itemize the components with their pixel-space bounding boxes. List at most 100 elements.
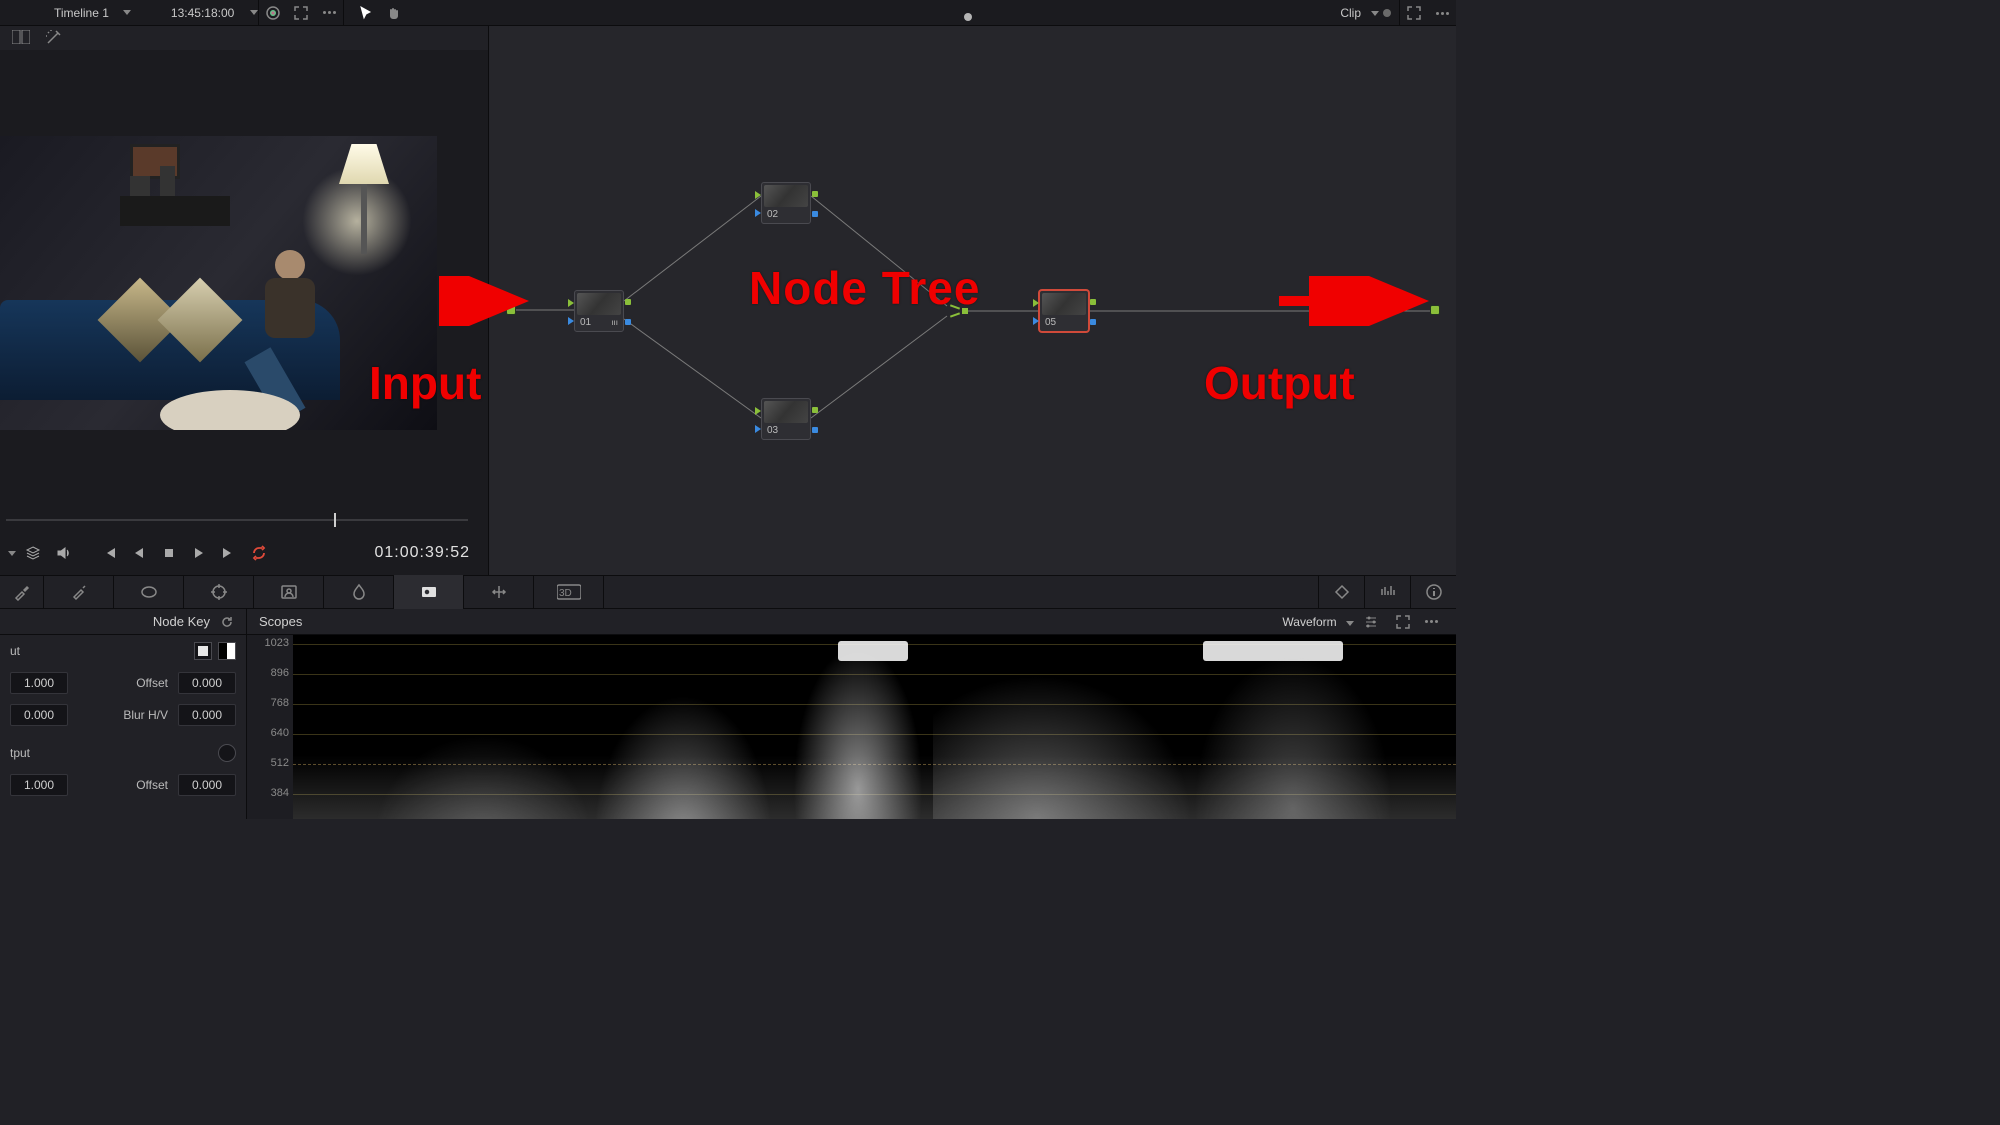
node-graph-panel[interactable]: 01 ııı 02 03 05 Node Tree Input Output xyxy=(488,26,1456,575)
color-node-05[interactable]: 05 xyxy=(1039,290,1089,332)
expand-viewer-button[interactable] xyxy=(287,0,315,26)
node-output-rgb[interactable] xyxy=(625,299,631,305)
play-button[interactable] xyxy=(184,531,214,575)
tracking-button[interactable] xyxy=(184,575,254,609)
expand-nodegraph-button[interactable] xyxy=(1400,0,1428,26)
node-output-rgb[interactable] xyxy=(812,407,818,413)
scopes-panel: Scopes Waveform 1023 896 768 640 512 384 xyxy=(247,609,1456,819)
color-node-02[interactable]: 02 xyxy=(761,182,811,224)
scope-expand-button[interactable] xyxy=(1388,609,1418,635)
node-input-rgb[interactable] xyxy=(1033,299,1039,307)
nodegraph-options-button[interactable] xyxy=(1428,0,1456,26)
reverse-play-button[interactable] xyxy=(124,531,154,575)
scope-settings-button[interactable] xyxy=(1354,609,1388,635)
magic-mask-palette-button[interactable] xyxy=(254,575,324,609)
output-offset-field[interactable]: 0.000 xyxy=(178,774,236,796)
image-wipe-button[interactable] xyxy=(12,30,30,47)
node-input-alpha[interactable] xyxy=(568,317,574,325)
playhead[interactable] xyxy=(334,513,336,527)
node-number: 01 xyxy=(580,317,591,328)
matte-toggle[interactable] xyxy=(194,642,212,660)
blur-right-field[interactable]: 0.000 xyxy=(178,704,236,726)
scope-options-button[interactable] xyxy=(1418,609,1444,635)
node-key-title: Node Key xyxy=(153,614,210,629)
transport-timecode[interactable]: 01:00:39:52 xyxy=(374,544,470,562)
node-output-alpha[interactable] xyxy=(812,211,818,217)
curves-picker-button[interactable] xyxy=(0,575,44,609)
waveform-plot xyxy=(293,635,1456,819)
node-output-alpha[interactable] xyxy=(812,427,818,433)
node-thumbnail xyxy=(764,185,808,207)
video-preview[interactable] xyxy=(0,136,437,430)
hand-tool-button[interactable] xyxy=(380,0,408,26)
invert-toggle[interactable] xyxy=(218,642,236,660)
chevron-down-icon xyxy=(123,10,131,15)
loop-button[interactable] xyxy=(244,531,274,575)
expand-icon xyxy=(293,5,309,21)
mute-button[interactable] xyxy=(48,531,78,575)
blur-left-field[interactable]: 0.000 xyxy=(10,704,68,726)
annotation-output: Output xyxy=(1204,356,1355,410)
magic-mask-button[interactable] xyxy=(46,29,62,48)
input-offset-field[interactable]: 0.000 xyxy=(178,672,236,694)
node-output-alpha[interactable] xyxy=(1090,319,1096,325)
graph-input-node[interactable] xyxy=(506,305,516,315)
sizing-arrows-icon xyxy=(490,583,508,601)
node-indicator-icon: ııı xyxy=(611,318,618,327)
viewer-options-button[interactable] xyxy=(315,0,343,26)
scrubber[interactable] xyxy=(0,513,488,527)
eyedropper-icon xyxy=(70,583,88,601)
hand-icon xyxy=(386,5,402,21)
timecode-display-top[interactable]: 13:45:18:00 xyxy=(131,0,258,25)
node-output-rgb[interactable] xyxy=(1090,299,1096,305)
unmix-button[interactable] xyxy=(18,531,48,575)
node-input-rgb[interactable] xyxy=(755,407,761,415)
scrub-track xyxy=(6,519,468,521)
node-number: 02 xyxy=(767,209,778,220)
go-to-start-button[interactable] xyxy=(94,531,124,575)
info-button[interactable] xyxy=(1410,575,1456,609)
node-input-rgb[interactable] xyxy=(568,299,574,307)
reset-icon xyxy=(220,615,234,629)
node-output-alpha[interactable] xyxy=(625,319,631,325)
output-invert-toggle[interactable] xyxy=(218,744,236,762)
timeline-selector[interactable]: Timeline 1 xyxy=(0,0,131,25)
speaker-icon xyxy=(55,545,71,561)
dropdown-button[interactable] xyxy=(0,531,18,575)
reset-button[interactable] xyxy=(218,613,236,631)
key-palette-button[interactable] xyxy=(394,575,464,609)
blur-button[interactable] xyxy=(324,575,394,609)
stop-button[interactable] xyxy=(154,531,184,575)
input-gain-field[interactable]: 1.000 xyxy=(10,672,68,694)
pointer-tool-button[interactable] xyxy=(352,0,380,26)
go-to-end-button[interactable] xyxy=(214,531,244,575)
color-node-01[interactable]: 01 ııı xyxy=(574,290,624,332)
nodegraph-mode-label[interactable]: Clip xyxy=(1330,6,1365,20)
node-input-alpha[interactable] xyxy=(755,209,761,217)
color-node-03[interactable]: 03 xyxy=(761,398,811,440)
output-gain-field[interactable]: 1.000 xyxy=(10,774,68,796)
window-button[interactable] xyxy=(114,575,184,609)
qualifier-picker-button[interactable] xyxy=(44,575,114,609)
node-output-rgb[interactable] xyxy=(812,191,818,197)
layers-icon xyxy=(25,545,41,561)
transport-controls: 01:00:39:52 xyxy=(0,531,488,575)
node-input-alpha[interactable] xyxy=(1033,317,1039,325)
scopes-toggle-button[interactable] xyxy=(1364,575,1410,609)
graph-output-node[interactable] xyxy=(1430,305,1440,315)
droplet-icon xyxy=(350,583,368,601)
keyframe-mode-button[interactable] xyxy=(1318,575,1364,609)
expand-icon xyxy=(1395,614,1411,630)
skip-end-icon xyxy=(221,545,237,561)
parallel-mixer-node[interactable] xyxy=(944,296,964,326)
bypass-color-button[interactable] xyxy=(259,0,287,26)
scopes-title: Scopes xyxy=(259,614,302,629)
viewer-panel: 01:00:39:52 xyxy=(0,50,488,575)
stereo-3d-button[interactable]: 3D xyxy=(534,575,604,609)
scope-mode-selector[interactable]: Waveform xyxy=(1282,615,1354,629)
timeline-name: Timeline 1 xyxy=(40,6,117,20)
node-input-rgb[interactable] xyxy=(755,191,761,199)
node-input-alpha[interactable] xyxy=(755,425,761,433)
palette-toolstrip: 3D xyxy=(0,575,1456,609)
sizing-button[interactable] xyxy=(464,575,534,609)
